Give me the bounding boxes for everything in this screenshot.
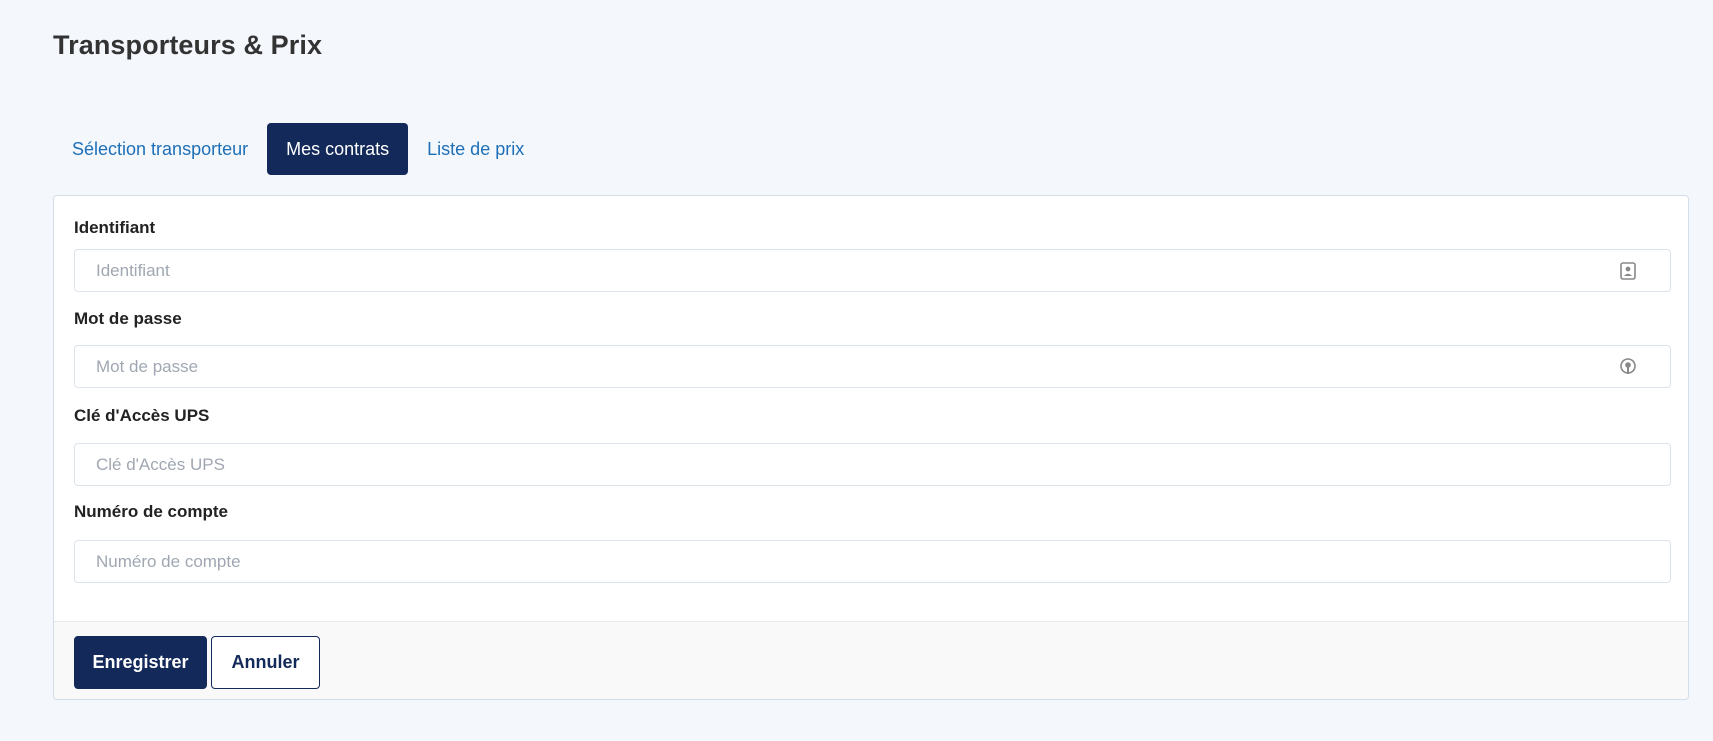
contract-form-card: Identifiant Mot de passe Clé d'Accès UPS…	[53, 195, 1689, 700]
save-button[interactable]: Enregistrer	[74, 636, 207, 689]
tab-my-contracts[interactable]: Mes contrats	[267, 123, 409, 175]
tab-price-list[interactable]: Liste de prix	[408, 123, 543, 175]
password-label: Mot de passe	[74, 309, 182, 328]
account-number-field-wrapper	[74, 540, 1671, 583]
contact-card-icon[interactable]	[1618, 261, 1638, 281]
identifier-label: Identifiant	[74, 218, 156, 237]
page-title: Transporteurs & Prix	[53, 30, 323, 60]
identifier-input[interactable]	[75, 250, 1670, 291]
ups-access-key-field-wrapper	[74, 443, 1671, 486]
cancel-button[interactable]: Annuler	[211, 636, 320, 689]
tab-bar: Sélection transporteur Mes contrats List…	[53, 123, 543, 175]
account-number-input[interactable]	[75, 541, 1670, 582]
ups-access-key-label: Clé d'Accès UPS	[74, 406, 210, 425]
password-input[interactable]	[75, 346, 1670, 387]
tab-carrier-selection[interactable]: Sélection transporteur	[53, 123, 267, 175]
password-key-icon[interactable]	[1618, 357, 1638, 377]
form-footer: Enregistrer Annuler	[54, 621, 1688, 699]
account-number-label: Numéro de compte	[74, 502, 228, 521]
password-field-wrapper	[74, 345, 1671, 388]
identifier-field-wrapper	[74, 249, 1671, 292]
ups-access-key-input[interactable]	[75, 444, 1670, 485]
